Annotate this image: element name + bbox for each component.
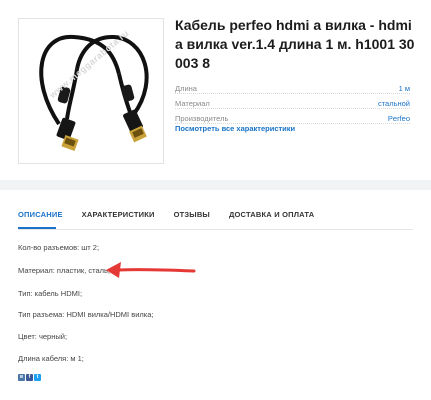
spec-row-length: Длина 1 м [175, 80, 410, 94]
product-header-card: www.meggarabota.ru Кабель perfeo hdmi а … [0, 0, 431, 180]
share-buttons: в f t [18, 374, 41, 381]
product-image[interactable]: www.meggarabota.ru [18, 18, 164, 164]
spec-value[interactable]: стальной [375, 99, 410, 108]
product-title: Кабель perfeo hdmi а вилка - hdmi а вилк… [175, 17, 415, 71]
spec-name: Производитель [175, 114, 231, 123]
tabs-divider [18, 229, 413, 230]
spec-name: Длина [175, 84, 199, 93]
description-line: Кол-во разъемов: шт 2; [18, 243, 100, 252]
description-line: Длина кабеля: м 1; [18, 354, 84, 363]
spec-value[interactable]: Perfeo [385, 114, 410, 123]
description-line: Тип разъема: HDMI вилка/HDMI вилка; [18, 310, 154, 319]
spec-value[interactable]: 1 м [396, 84, 410, 93]
tab-bar: ОПИСАНИЕ ХАРАКТЕРИСТИКИ ОТЗЫВЫ ДОСТАВКА … [18, 210, 333, 228]
product-details-card: ОПИСАНИЕ ХАРАКТЕРИСТИКИ ОТЗЫВЫ ДОСТАВКА … [0, 190, 431, 400]
spec-row-manufacturer: Производитель Perfeo [175, 110, 410, 124]
description-line: Материал: пластик, сталь; [18, 266, 111, 275]
hdmi-cable-image [39, 34, 149, 152]
facebook-icon[interactable]: f [26, 374, 33, 381]
description-line: Тип: кабель HDMI; [18, 289, 83, 298]
short-specs: Длина 1 м Материал стальной Производител… [175, 80, 410, 125]
tab-description[interactable]: ОПИСАНИЕ [18, 210, 63, 228]
tab-reviews[interactable]: ОТЗЫВЫ [174, 210, 210, 228]
tab-delivery[interactable]: ДОСТАВКА И ОПЛАТА [229, 210, 314, 228]
tab-characteristics[interactable]: ХАРАКТЕРИСТИКИ [82, 210, 155, 228]
vk-icon[interactable]: в [18, 374, 25, 381]
spec-name: Материал [175, 99, 212, 108]
all-specs-link[interactable]: Посмотреть все характеристики [175, 124, 295, 133]
description-line: Цвет: черный; [18, 332, 68, 341]
spec-row-material: Материал стальной [175, 95, 410, 109]
twitter-icon[interactable]: t [34, 374, 41, 381]
